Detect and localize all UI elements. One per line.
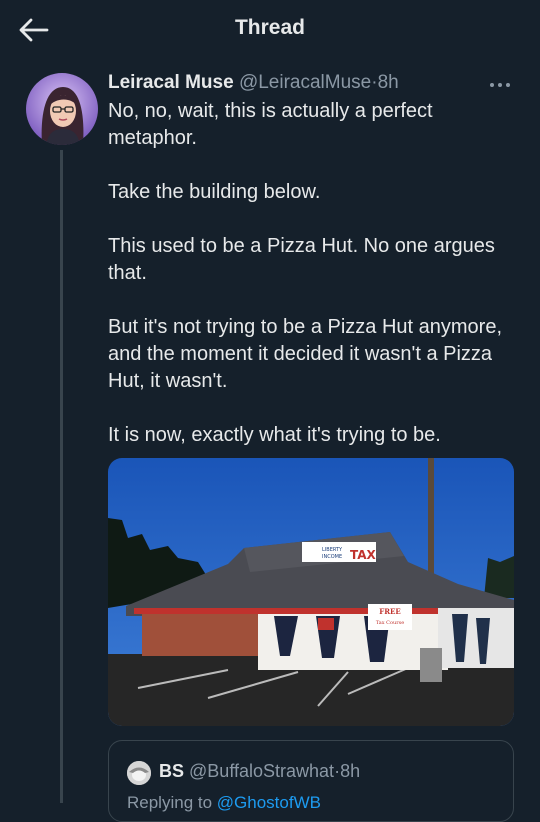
quoted-avatar[interactable]: [127, 761, 151, 785]
quoted-author-name: BS: [159, 761, 185, 781]
sign-income-text: INCOME: [322, 554, 342, 560]
banner-free-text: FREE: [379, 607, 400, 616]
tweet-text: No, no, wait, this is actually a perfect…: [108, 98, 518, 476]
building-photo: FREE Tax Course LIBERTY INCOME TAX: [108, 458, 514, 726]
avatar-image: [26, 73, 98, 145]
tweet-time[interactable]: 8h: [378, 72, 399, 93]
replying-to: Replying to @GhostofWB: [127, 793, 321, 813]
quoted-handle: @BuffaloStrawhat: [189, 761, 335, 781]
tweet-paragraph: No, no, wait, this is actually a perfect…: [108, 100, 433, 149]
author-handle[interactable]: @LeiracalMuse: [239, 72, 371, 93]
quoted-time: 8h: [340, 761, 361, 781]
sign-tax-text: TAX: [350, 548, 377, 562]
tweet-paragraph: This used to be a Pizza Hut. No one argu…: [108, 235, 495, 284]
quoted-tweet[interactable]: BS @BuffaloStrawhat·8h Replying to @Ghos…: [108, 740, 514, 822]
tweet-meta: Leiracal Muse @LeiracalMuse·8h: [108, 72, 399, 94]
thread-connector-line: [60, 150, 63, 803]
header: Thread: [0, 0, 540, 60]
page-title: Thread: [234, 16, 305, 39]
banner-course-text: Tax Course: [376, 620, 404, 626]
tweet-paragraph: It is now, exactly what it's trying to b…: [108, 424, 441, 446]
quoted-avatar-image: [127, 761, 151, 785]
tweet-paragraph: But it's not trying to be a Pizza Hut an…: [108, 316, 503, 392]
author-name[interactable]: Leiracal Muse: [108, 72, 234, 93]
tweet-photo[interactable]: FREE Tax Course LIBERTY INCOME TAX: [108, 458, 514, 726]
tweet-paragraph: Take the building below.: [108, 181, 321, 203]
more-options-button[interactable]: [489, 73, 511, 94]
more-horizontal-icon: [490, 83, 510, 87]
quoted-meta: BS @BuffaloStrawhat·8h: [159, 761, 360, 782]
avatar[interactable]: [26, 73, 98, 145]
sign-liberty-text: LIBERTY: [322, 547, 343, 553]
